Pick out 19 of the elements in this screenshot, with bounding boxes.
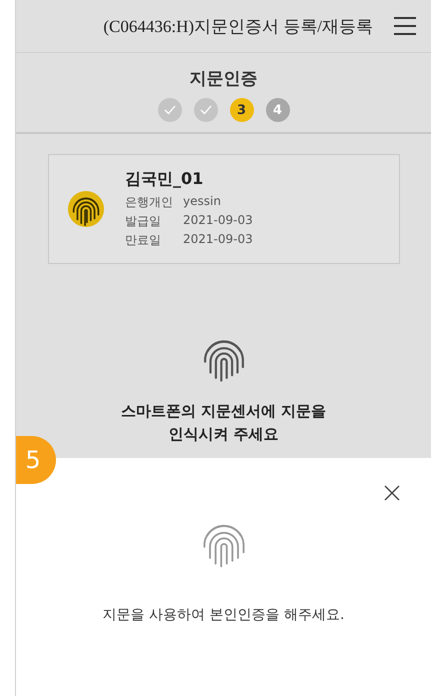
dialog-message: 지문을 사용하여 본인인증을 해주세요.: [102, 606, 344, 624]
instruction-text: 스마트폰의 지문센서에 지문을: [120, 402, 326, 421]
certificate-name: 김국민_01: [125, 169, 204, 190]
field-label: 은행개인: [125, 194, 174, 211]
step-number: 3: [230, 98, 254, 122]
field-value: yessin: [183, 194, 222, 210]
instruction-text: 인식시켜 주세요: [168, 425, 279, 444]
page-title: 지문인증: [190, 68, 258, 90]
field-value: 2021-09-03: [183, 232, 253, 248]
step-number: 4: [266, 98, 290, 122]
step-badge: 5: [16, 436, 56, 484]
menu-icon[interactable]: [393, 16, 417, 36]
field-label: 만료일: [125, 232, 162, 249]
certificate-card[interactable]: 김국민_01 은행개인 yessin 발급일 2021-09-03 만료일 2021-09-03: [48, 154, 400, 264]
field-value: 2021-09-03: [183, 213, 253, 229]
window-title: (C064436:H)지문인증서 등록/재등록: [103, 16, 373, 38]
field-label: 발급일: [125, 213, 162, 230]
fingerprint-icon: [67, 190, 105, 228]
close-icon[interactable]: [383, 484, 401, 502]
